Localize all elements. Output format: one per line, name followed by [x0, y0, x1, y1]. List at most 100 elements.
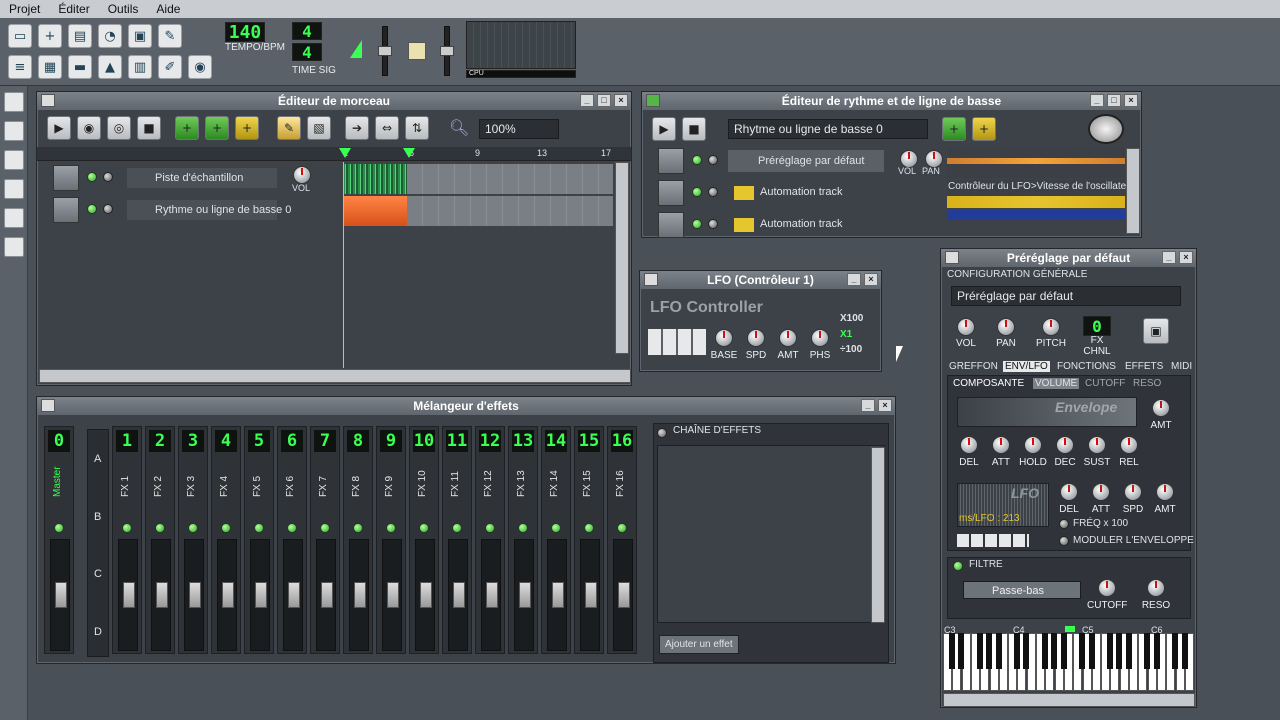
instrument-titlebar[interactable]: Préréglage par défaut _ × [941, 249, 1196, 267]
fx-channel-mute-led[interactable] [518, 523, 528, 533]
tempo-display[interactable]: 140 [225, 22, 265, 42]
env-amount-knob[interactable] [1152, 399, 1170, 417]
controller-rack-icon[interactable]: ◉ [188, 55, 212, 79]
track-name-beat[interactable]: Rythme ou ligne de basse 0 [127, 200, 291, 220]
fx-channel-mute-led[interactable] [452, 523, 462, 533]
piano-black-key[interactable] [1060, 633, 1067, 669]
modulate-envelope-toggle[interactable] [1059, 536, 1069, 546]
save-preset-icon[interactable]: ▣ [1143, 318, 1169, 344]
piano-black-key[interactable] [1125, 633, 1132, 669]
keyboard-hscroll[interactable] [943, 693, 1195, 707]
home-browser-icon[interactable] [4, 208, 24, 228]
automation-editor-icon[interactable]: ▲ [98, 55, 122, 79]
env-rel-knob[interactable] [1120, 436, 1138, 454]
fx-chain-toggle[interactable] [657, 428, 667, 438]
tab-functions[interactable]: FONCTIONS [1057, 361, 1116, 372]
beat-editor-icon[interactable]: ▦ [38, 55, 62, 79]
piano-black-key[interactable] [1088, 633, 1095, 669]
track-solo-led[interactable] [708, 219, 718, 229]
fx-chain-vscroll[interactable] [871, 447, 885, 623]
base-note-marker[interactable] [1065, 626, 1075, 632]
menu-aide[interactable]: Aide [147, 2, 189, 16]
timesig-denominator[interactable]: 4 [292, 43, 322, 61]
track-solo-led[interactable] [103, 172, 113, 182]
play-button[interactable]: ▶ [47, 116, 71, 140]
lfo-amount-knob[interactable] [779, 329, 797, 347]
tab-midi[interactable]: MIDI [1171, 361, 1192, 372]
fx-bank-d[interactable]: D [94, 626, 102, 638]
filter-enable-led[interactable] [953, 561, 963, 571]
lfo-amt-knob[interactable] [1156, 483, 1174, 501]
track-mute-led[interactable] [87, 204, 97, 214]
sample-clip[interactable] [343, 164, 407, 194]
maximize-icon[interactable]: □ [1107, 94, 1121, 107]
fx-channel-fader[interactable] [321, 582, 333, 608]
fx-channel-fader[interactable] [453, 582, 465, 608]
lfo-waveform-buttons[interactable] [648, 329, 706, 355]
edit-mode-button[interactable]: ▧ [307, 116, 331, 140]
add-automation-button[interactable]: + [972, 117, 996, 141]
track-mute-led[interactable] [692, 219, 702, 229]
fx-channel-mute-led[interactable] [551, 523, 561, 533]
lfo-phase-knob[interactable] [811, 329, 829, 347]
track-mute-led[interactable] [87, 172, 97, 182]
env-hold-knob[interactable] [1024, 436, 1042, 454]
automation-track-name[interactable]: Automation track [760, 186, 843, 198]
fx-channel-mute-led[interactable] [485, 523, 495, 533]
fx-master-fader[interactable] [55, 582, 67, 608]
filter-type-select[interactable]: Passe-bas [963, 581, 1081, 599]
master-pitch-handle[interactable] [440, 46, 454, 56]
lfo-spd-knob[interactable] [1124, 483, 1142, 501]
subtab-volume[interactable]: VOLUME [1033, 378, 1080, 389]
close-icon[interactable]: × [1124, 94, 1138, 107]
menu-editer[interactable]: Éditer [49, 2, 98, 16]
minimize-icon[interactable]: _ [861, 399, 875, 412]
new-project-icon[interactable]: ▭ [8, 24, 32, 48]
fx-channel-fader[interactable] [486, 582, 498, 608]
env-sust-knob[interactable] [1088, 436, 1106, 454]
close-icon[interactable]: × [878, 399, 892, 412]
track-solo-led[interactable] [708, 155, 718, 165]
subtab-target[interactable]: COMPOSANTE [953, 378, 1024, 389]
add-automation-track-button[interactable]: + [235, 116, 259, 140]
instrument-volume-knob[interactable] [957, 318, 975, 336]
samples-browser-icon[interactable] [4, 150, 24, 170]
beat-pattern-clip[interactable] [343, 196, 407, 226]
tab-effects[interactable]: EFFETS [1125, 361, 1163, 372]
beat-editor-vscroll[interactable] [1126, 148, 1140, 234]
fx-channel-fader[interactable] [420, 582, 432, 608]
add-beat-track-button[interactable]: + [175, 116, 199, 140]
minimize-icon[interactable]: _ [580, 94, 594, 107]
fx-mixer-icon[interactable]: ▥ [128, 55, 152, 79]
record-while-playing-button[interactable]: ◎ [107, 116, 131, 140]
stop-button[interactable]: ■ [137, 116, 161, 140]
lfo-att-knob[interactable] [1092, 483, 1110, 501]
lfo-del-knob[interactable] [1060, 483, 1078, 501]
automation-pattern-2[interactable] [947, 210, 1125, 220]
menu-projet[interactable]: Projet [0, 2, 49, 16]
automation-track-name[interactable]: Automation track [760, 218, 843, 230]
song-editor-titlebar[interactable]: Éditeur de morceau _ □ × [37, 92, 631, 110]
tab-plugin[interactable]: GREFFON [949, 361, 998, 372]
env-dec-knob[interactable] [1056, 436, 1074, 454]
plugin-browser-icon[interactable] [4, 92, 24, 112]
preset-name-field[interactable]: Préréglage par défaut [951, 286, 1181, 306]
track-tools-button[interactable] [53, 165, 79, 191]
lfo-titlebar[interactable]: LFO (Contrôleur 1) _ × [640, 271, 881, 289]
fx-channel-mute-led[interactable] [386, 523, 396, 533]
add-effect-button[interactable]: Ajouter un effet [659, 635, 739, 654]
fx-channel-mute-led[interactable] [221, 523, 231, 533]
stop-behaviour-button[interactable]: ⇅ [405, 116, 429, 140]
track-solo-led[interactable] [103, 204, 113, 214]
fx-channel-mute-led[interactable] [122, 523, 132, 533]
freq-x100-toggle[interactable] [1059, 519, 1069, 529]
recent-projects-icon[interactable]: ◔ [98, 24, 122, 48]
timesig-numerator[interactable]: 4 [292, 22, 322, 40]
fx-channel-mute-led[interactable] [155, 523, 165, 533]
piano-black-key[interactable] [1181, 633, 1188, 669]
add-sample-track-button[interactable]: + [205, 116, 229, 140]
auto-scroll-button[interactable]: ➔ [345, 116, 369, 140]
minimize-icon[interactable]: _ [1162, 251, 1176, 264]
lfo-mult-x1[interactable]: X1 [840, 329, 852, 340]
maximize-icon[interactable]: □ [597, 94, 611, 107]
